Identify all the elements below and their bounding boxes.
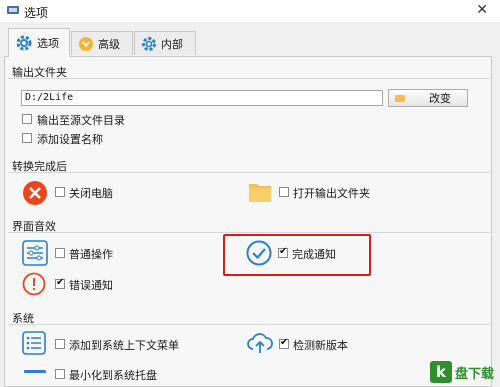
- tray-checkbox[interactable]: [55, 369, 65, 379]
- sliders-icon: [22, 240, 48, 266]
- shutdown-icon: [23, 181, 47, 205]
- advanced-icon: [79, 36, 93, 51]
- info-icon: [22, 272, 46, 296]
- divider: [8, 232, 490, 233]
- check-update-label: 检测新版本: [293, 339, 348, 352]
- folder-icon: [249, 184, 271, 202]
- source-dir-label: 输出至源文件目录: [37, 114, 125, 127]
- open-folder-label: 打开输出文件夹: [293, 187, 370, 200]
- context-menu-label: 添加到系统上下文菜单: [69, 339, 179, 352]
- context-menu-icon: [22, 331, 46, 355]
- normal-op-checkbox[interactable]: [55, 248, 65, 258]
- gear-icon: [142, 36, 156, 51]
- watermark-badge: k: [429, 361, 452, 383]
- divider: [8, 78, 490, 79]
- watermark-text: 盘下载: [454, 366, 494, 382]
- source-dir-checkbox[interactable]: [22, 114, 32, 124]
- add-setting-name-checkbox[interactable]: [22, 133, 32, 143]
- divider: [8, 324, 490, 325]
- cloud-upload-icon: [247, 333, 273, 353]
- tab-internal[interactable]: 内部: [134, 31, 196, 55]
- divider: [8, 172, 490, 173]
- tray-label: 最小化到系统托盘: [69, 369, 157, 382]
- gear-icon: [16, 35, 32, 51]
- add-setting-name-label: 添加设置名称: [37, 133, 103, 146]
- tab-advanced[interactable]: 高级: [71, 31, 133, 55]
- check-update-checkbox[interactable]: [279, 337, 289, 349]
- shutdown-checkbox[interactable]: [55, 187, 65, 197]
- shutdown-label: 关闭电脑: [69, 187, 113, 200]
- highlight-box: [223, 234, 371, 276]
- folder-icon: [395, 94, 405, 102]
- window-title: 选项: [24, 6, 49, 20]
- close-icon[interactable]: ✕: [476, 2, 488, 18]
- output-path-field[interactable]: D:/2Life: [21, 90, 383, 106]
- error-notify-label: 错误通知: [69, 279, 113, 292]
- title-bar: 选项 ✕: [0, 0, 500, 22]
- tab-options[interactable]: 选项: [8, 28, 70, 57]
- minimize-icon: [24, 370, 46, 373]
- watermark-logo: k 盘下载: [429, 361, 494, 383]
- change-button[interactable]: 改变: [388, 89, 468, 107]
- normal-op-label: 普通操作: [69, 248, 113, 261]
- context-menu-checkbox[interactable]: [55, 339, 65, 349]
- open-folder-checkbox[interactable]: [279, 187, 289, 197]
- app-icon: [7, 6, 19, 14]
- error-notify-checkbox[interactable]: [55, 277, 65, 289]
